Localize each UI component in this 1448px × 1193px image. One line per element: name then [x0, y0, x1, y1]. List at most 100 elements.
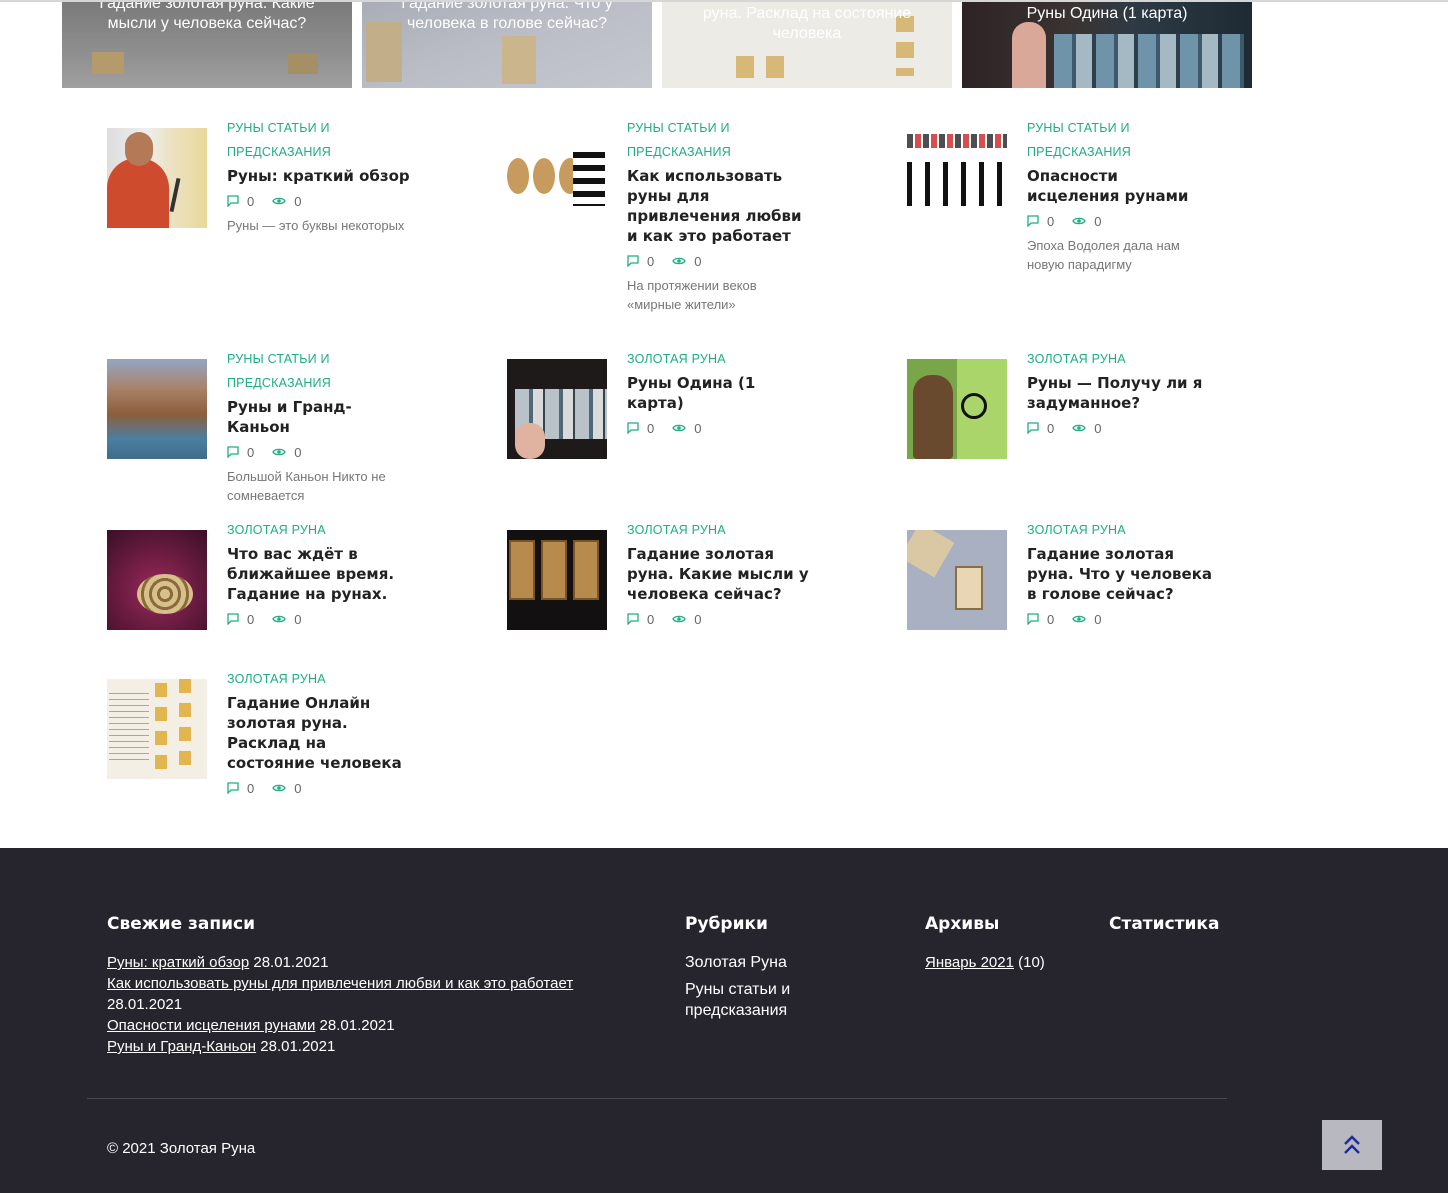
eye-icon [672, 257, 686, 265]
slide-caption[interactable]: Гадание золотая руна. Что у человека в г… [362, 2, 652, 34]
archives-widget: Архивы Январь 2021 (10) [925, 914, 1085, 973]
categories-widget: Рубрики Золотая Руна Руны статьи и предс… [685, 914, 865, 1021]
post-thumbnail[interactable] [507, 530, 607, 630]
statistics-widget: Статистика [1109, 914, 1249, 952]
slider-card[interactable]: Руны Одина (1 карта) [962, 2, 1252, 88]
eye-icon [272, 615, 286, 623]
comment-count[interactable]: 0 [627, 612, 654, 627]
recent-post-item: Руны и Гранд-Каньон 28.01.2021 [107, 1036, 647, 1057]
comment-count[interactable]: 0 [227, 194, 254, 209]
widget-heading: Свежие записи [107, 914, 256, 934]
post-date: 28.01.2021 [107, 996, 183, 1013]
post-category[interactable]: Руны статьи и предсказания [227, 347, 412, 395]
post-title[interactable]: Руны: краткий обзор [227, 166, 412, 186]
post-category[interactable]: Руны статьи и предсказания [227, 116, 412, 164]
widget-heading: Статистика [1109, 914, 1220, 934]
post-excerpt: На протяжении веков «мирные жители» [627, 278, 757, 312]
post-thumbnail[interactable] [907, 359, 1007, 459]
footer-divider [87, 1098, 1227, 1099]
eye-icon [672, 615, 686, 623]
post-date: 28.01.2021 [260, 1038, 336, 1055]
slide-caption[interactable]: Гадание золотая руна. Какие мысли у чело… [62, 2, 352, 34]
post-title[interactable]: Опасности исцеления рунами [1027, 166, 1212, 206]
post-title[interactable]: Руны — Получу ли я задуманное? [1027, 373, 1212, 413]
post-category[interactable]: Золотая Руна [1027, 518, 1212, 542]
post-title[interactable]: Руны и Гранд-Каньон [227, 397, 412, 437]
recent-posts-widget: Свежие записи Руны: краткий обзор 28.01.… [107, 914, 647, 1057]
post-title[interactable]: Что вас ждёт в ближайшее время. Гадание … [227, 544, 412, 604]
post-category[interactable]: Золотая Руна [227, 667, 412, 691]
post-thumbnail[interactable] [107, 359, 207, 459]
eye-icon [1072, 615, 1086, 623]
post-category[interactable]: Золотая Руна [1027, 347, 1212, 371]
view-count: 0 [272, 612, 301, 627]
comment-icon [227, 782, 239, 794]
post-category[interactable]: Руны статьи и предсказания [627, 116, 812, 164]
eye-icon [1072, 217, 1086, 225]
comment-count[interactable]: 0 [1027, 612, 1054, 627]
eye-icon [672, 424, 686, 432]
view-count: 0 [272, 445, 301, 460]
comment-icon [227, 613, 239, 625]
comment-count[interactable]: 0 [1027, 214, 1054, 229]
post-category[interactable]: Золотая Руна [627, 518, 812, 542]
recent-post-link[interactable]: Опасности исцеления рунами [107, 1017, 315, 1034]
post-title[interactable]: Гадание золотая руна. Что у человека в г… [1027, 544, 1212, 604]
comment-icon [227, 195, 239, 207]
comment-icon [1027, 422, 1039, 434]
post-thumbnail[interactable] [107, 679, 207, 779]
eye-icon [272, 197, 286, 205]
view-count: 0 [672, 421, 701, 436]
view-count: 0 [1072, 421, 1101, 436]
post-title[interactable]: Руны Одина (1 карта) [627, 373, 812, 413]
archive-count: (10) [1018, 954, 1045, 971]
post-category[interactable]: Золотая Руна [627, 347, 812, 371]
double-chevron-up-icon [1344, 1135, 1360, 1154]
post-thumbnail[interactable] [907, 128, 1007, 228]
comment-count[interactable]: 0 [227, 781, 254, 796]
category-link[interactable]: Золотая Руна [685, 952, 865, 973]
related-slider: Гадание золотая руна. Какие мысли у чело… [62, 2, 1252, 88]
post-thumbnail[interactable] [107, 128, 207, 228]
comment-icon [1027, 215, 1039, 227]
post-excerpt: Эпоха Водолея дала нам новую парадигму [1027, 238, 1180, 272]
post-thumbnail[interactable] [107, 530, 207, 630]
post-category[interactable]: Руны статьи и предсказания [1027, 116, 1212, 164]
eye-icon [272, 784, 286, 792]
post-thumbnail[interactable] [507, 128, 607, 228]
comment-count[interactable]: 0 [627, 254, 654, 269]
post-title[interactable]: Гадание Онлайн золотая руна. Расклад на … [227, 693, 412, 773]
comment-count[interactable]: 0 [227, 612, 254, 627]
post-title[interactable]: Как использовать руны для привлечения лю… [627, 166, 812, 246]
recent-post-link[interactable]: Руны: краткий обзор [107, 954, 249, 971]
post-thumbnail[interactable] [907, 530, 1007, 630]
comment-icon [627, 613, 639, 625]
view-count: 0 [272, 194, 301, 209]
recent-post-link[interactable]: Руны и Гранд-Каньон [107, 1038, 256, 1055]
scroll-to-top-button[interactable] [1322, 1120, 1382, 1170]
comment-icon [227, 446, 239, 458]
comment-count[interactable]: 0 [627, 421, 654, 436]
post-title[interactable]: Гадание золотая руна. Какие мысли у чело… [627, 544, 812, 604]
eye-icon [272, 448, 286, 456]
comment-count[interactable]: 0 [227, 445, 254, 460]
slider-card[interactable]: руна. Расклад на состояние человека [662, 2, 952, 88]
post-category[interactable]: Золотая Руна [227, 518, 412, 542]
view-count: 0 [272, 781, 301, 796]
comment-count[interactable]: 0 [1027, 421, 1054, 436]
slider-card[interactable]: Гадание золотая руна. Какие мысли у чело… [62, 2, 352, 88]
comment-icon [627, 422, 639, 434]
category-link[interactable]: Руны статьи и предсказания [685, 979, 865, 1021]
post-thumbnail[interactable] [507, 359, 607, 459]
view-count: 0 [1072, 612, 1101, 627]
widget-heading: Рубрики [685, 914, 768, 934]
comment-icon [1027, 613, 1039, 625]
post-excerpt: Большой Каньон Никто не сомневается [227, 469, 386, 503]
view-count: 0 [672, 254, 701, 269]
slide-caption[interactable]: Руны Одина (1 карта) [962, 4, 1252, 24]
recent-post-link[interactable]: Как использовать руны для привлечения лю… [107, 975, 573, 992]
slide-caption[interactable]: руна. Расклад на состояние человека [662, 4, 952, 44]
archive-link[interactable]: Январь 2021 [925, 954, 1014, 971]
site-footer: Свежие записи Руны: краткий обзор 28.01.… [0, 848, 1448, 1193]
slider-card[interactable]: Гадание золотая руна. Что у человека в г… [362, 2, 652, 88]
